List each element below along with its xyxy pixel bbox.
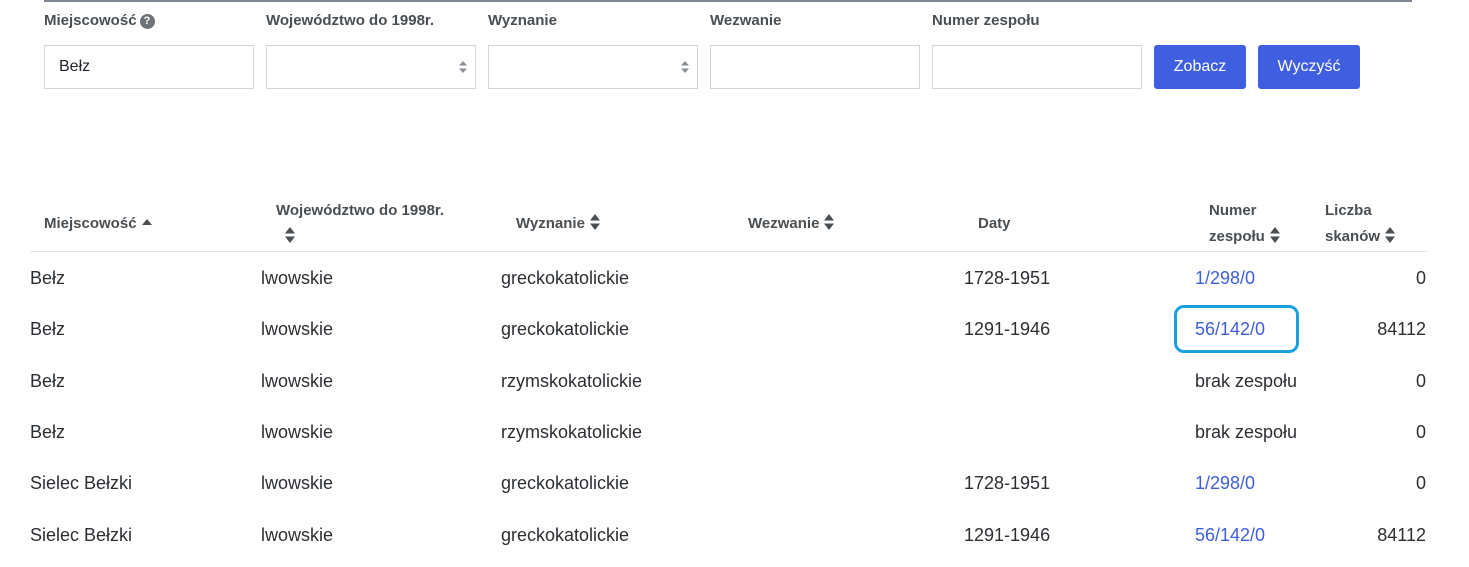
column-header-liczba-skanow[interactable]: Liczba skanów [1325, 198, 1396, 250]
numer-zespolu-link[interactable]: 1/298/0 [1195, 267, 1255, 289]
select-arrows-icon [459, 61, 467, 73]
cell-daty: 1728-1951 [964, 268, 1051, 288]
wyczysc-button[interactable]: Wyczyść [1258, 45, 1360, 89]
sort-icon [589, 214, 600, 230]
cell-liczba-skanow: 84112 [1377, 525, 1426, 545]
cell-miejscowosc: Sielec Bełzki [30, 473, 133, 493]
column-header-numer-zespolu[interactable]: Numer zespołu [1209, 198, 1281, 250]
cell-miejscowosc: Bełz [30, 268, 66, 288]
cell-wojewodztwo: lwowskie [261, 268, 334, 288]
wojewodztwo-select[interactable] [266, 45, 476, 89]
sort-icon [1385, 227, 1396, 243]
cell-wyznanie: rzymskokatolickie [501, 422, 643, 442]
select-arrows-icon [681, 61, 689, 73]
cell-numer-zespolu: brak zespołu [1195, 371, 1298, 391]
filter-label-numer-zespolu: Numer zespołu [932, 12, 1040, 29]
filter-label-wezwanie: Wezwanie [710, 12, 782, 29]
filter-label-miejscowosc: Miejscowość? [44, 12, 155, 29]
column-header-wojewodztwo[interactable]: Województwo do 1998r. [276, 198, 444, 250]
cell-wyznanie: rzymskokatolickie [501, 371, 643, 391]
cell-daty: 1291-1946 [964, 319, 1051, 339]
cell-numer-zespolu: brak zespołu [1195, 422, 1298, 442]
cell-miejscowosc: Bełz [30, 319, 66, 339]
filter-label-wojewodztwo: Województwo do 1998r. [266, 12, 435, 29]
cell-wyznanie: greckokatolickie [501, 473, 630, 493]
cell-liczba-skanow: 0 [1415, 422, 1426, 442]
wezwanie-input[interactable] [710, 45, 920, 89]
cell-liczba-skanow: 0 [1415, 473, 1426, 493]
table-header-divider [30, 251, 1428, 252]
filter-label-wyznanie: Wyznanie [488, 12, 557, 29]
column-header-miejscowosc[interactable]: Miejscowość [44, 211, 153, 237]
cell-wojewodztwo: lwowskie [261, 525, 334, 545]
zobacz-button[interactable]: Zobacz [1154, 45, 1246, 89]
cell-miejscowosc: Sielec Bełzki [30, 525, 133, 545]
cell-daty: 1291-1946 [964, 525, 1051, 545]
numer-zespolu-link[interactable]: 1/298/0 [1195, 472, 1255, 494]
highlight-annotation [1174, 305, 1299, 353]
cell-wyznanie: greckokatolickie [501, 319, 630, 339]
numer-zespolu-input[interactable] [932, 45, 1142, 89]
cell-liczba-skanow: 0 [1415, 371, 1426, 391]
cell-liczba-skanow: 84112 [1377, 319, 1426, 339]
cell-daty: 1728-1951 [964, 473, 1051, 493]
cell-wojewodztwo: lwowskie [261, 319, 334, 339]
sort-asc-icon [141, 219, 152, 225]
cell-wojewodztwo: lwowskie [261, 371, 334, 391]
cell-wyznanie: greckokatolickie [501, 268, 630, 288]
cell-wojewodztwo: lwowskie [261, 422, 334, 442]
top-divider [44, 0, 1412, 2]
cell-miejscowosc: Bełz [30, 422, 66, 442]
cell-wojewodztwo: lwowskie [261, 473, 334, 493]
sort-icon [285, 227, 295, 243]
sort-icon [1269, 227, 1280, 243]
sort-icon [824, 214, 835, 230]
column-header-wezwanie[interactable]: Wezwanie [748, 211, 835, 237]
wyznanie-select[interactable] [488, 45, 698, 89]
cell-liczba-skanow: 0 [1415, 268, 1426, 288]
numer-zespolu-link[interactable]: 56/142/0 [1195, 524, 1265, 546]
cell-wyznanie: greckokatolickie [501, 525, 630, 545]
cell-miejscowosc: Bełz [30, 371, 66, 391]
help-icon[interactable]: ? [139, 14, 155, 29]
column-header-wyznanie[interactable]: Wyznanie [516, 211, 601, 237]
column-header-daty: Daty [978, 215, 1011, 232]
miejscowosc-input[interactable]: Bełz [44, 45, 254, 89]
